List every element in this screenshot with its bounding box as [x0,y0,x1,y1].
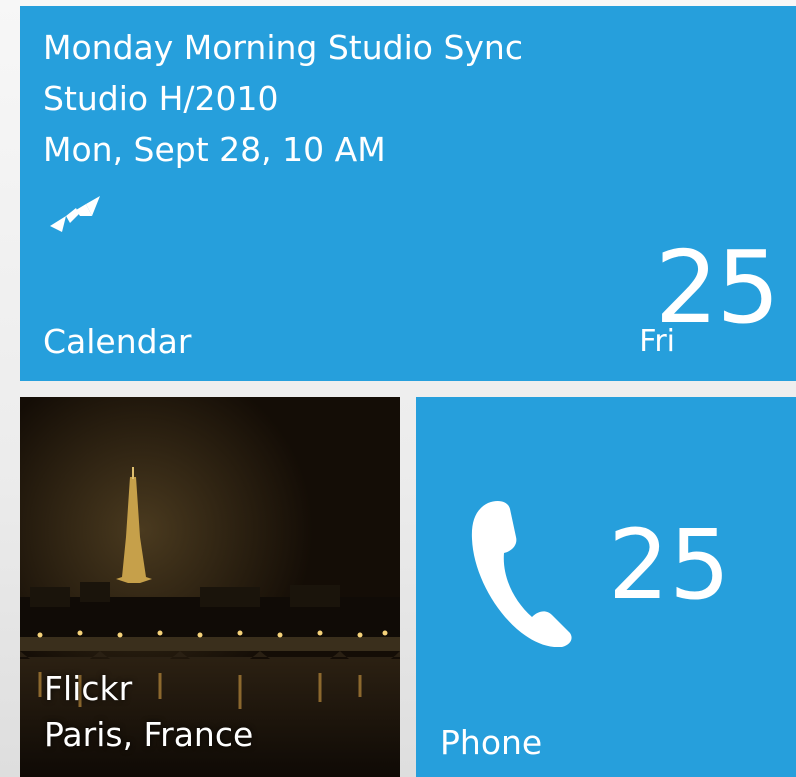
phone-handset-icon [471,501,572,647]
photo-location: Paris, France [44,715,254,754]
event-location: Studio H/2010 [43,79,279,118]
phone-tile[interactable]: 25 Phone [416,397,796,777]
missed-calls-count: 25 [608,509,731,621]
event-time: Mon, Sept 28, 10 AM [43,130,386,169]
calendar-day-number: 25 [654,229,780,346]
phone-label: Phone [440,723,543,762]
photo-source: Flickr [44,669,133,708]
photo-tile[interactable]: Flickr Paris, France [20,397,400,777]
event-title: Monday Morning Studio Sync [43,28,523,67]
sync-arrows-icon [50,196,100,232]
calendar-tile[interactable]: Monday Morning Studio Sync Studio H/2010… [20,6,796,381]
calendar-label: Calendar [43,322,192,361]
